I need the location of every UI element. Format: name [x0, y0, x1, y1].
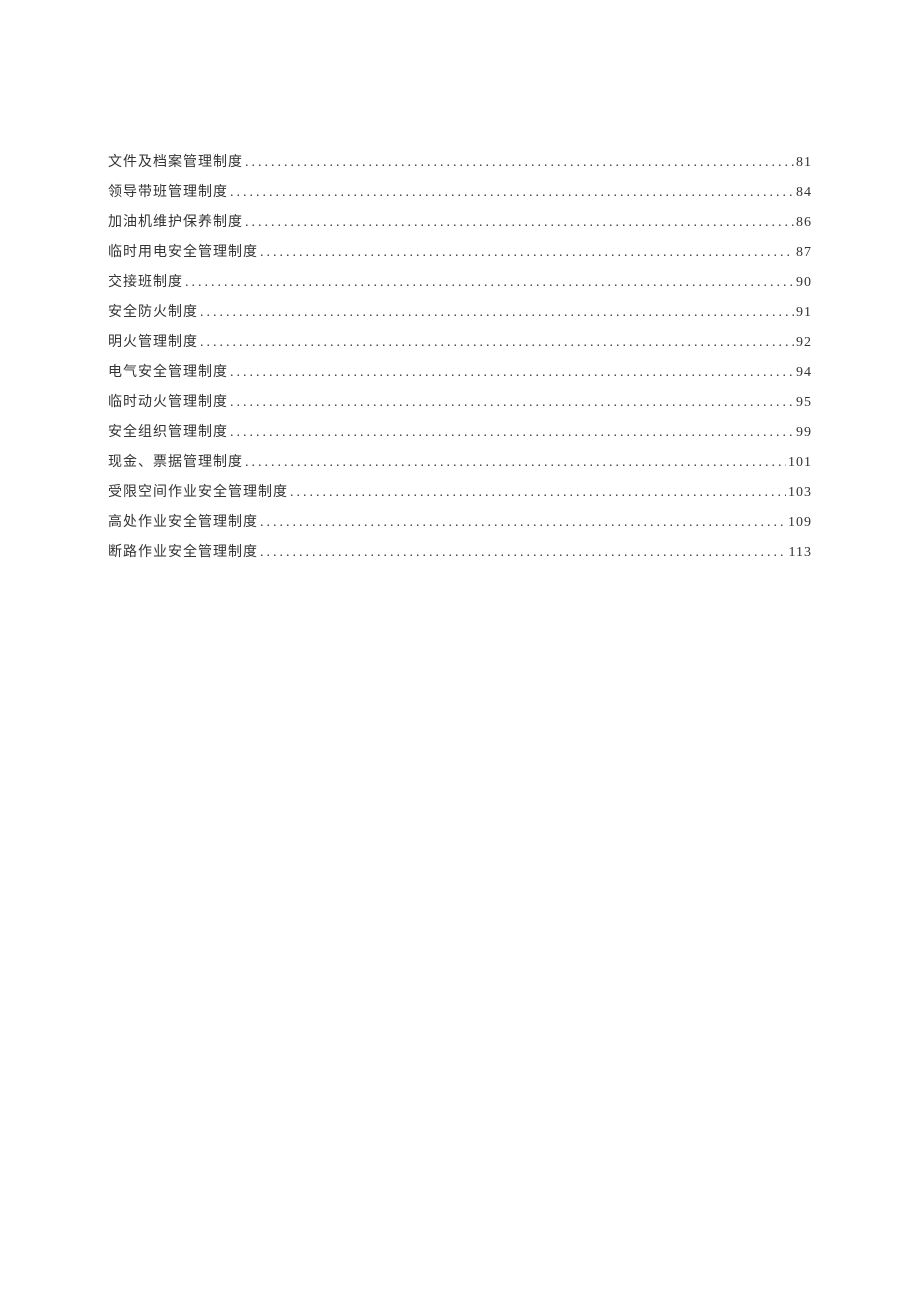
toc-leader-dots: [260, 508, 786, 538]
toc-title: 安全组织管理制度: [108, 418, 228, 448]
toc-entry: 安全组织管理制度 99: [108, 418, 812, 448]
toc-page-number: 101: [788, 448, 812, 478]
toc-leader-dots: [260, 238, 794, 268]
toc-leader-dots: [245, 448, 786, 478]
toc-title: 断路作业安全管理制度: [108, 538, 258, 568]
toc-page-number: 94: [796, 358, 812, 388]
toc-entry: 安全防火制度 91: [108, 298, 812, 328]
toc-page-number: 113: [789, 538, 812, 568]
toc-entry: 交接班制度 90: [108, 268, 812, 298]
toc-page-number: 87: [796, 238, 812, 268]
toc-title: 受限空间作业安全管理制度: [108, 478, 288, 508]
table-of-contents: 文件及档案管理制度 81 领导带班管理制度 84 加油机维护保养制度 86 临时…: [108, 148, 812, 568]
toc-leader-dots: [230, 418, 794, 448]
toc-entry: 高处作业安全管理制度 109: [108, 508, 812, 538]
toc-leader-dots: [245, 148, 794, 178]
toc-entry: 文件及档案管理制度 81: [108, 148, 812, 178]
toc-leader-dots: [245, 208, 794, 238]
toc-title: 电气安全管理制度: [108, 358, 228, 388]
toc-page-number: 84: [796, 178, 812, 208]
toc-leader-dots: [200, 328, 794, 358]
toc-leader-dots: [230, 388, 794, 418]
toc-page-number: 95: [796, 388, 812, 418]
toc-title: 领导带班管理制度: [108, 178, 228, 208]
toc-leader-dots: [230, 358, 794, 388]
toc-page-number: 99: [796, 418, 812, 448]
toc-page-number: 81: [796, 148, 812, 178]
toc-title: 现金、票据管理制度: [108, 448, 243, 478]
toc-page-number: 90: [796, 268, 812, 298]
toc-title: 明火管理制度: [108, 328, 198, 358]
toc-title: 加油机维护保养制度: [108, 208, 243, 238]
toc-leader-dots: [290, 478, 786, 508]
toc-page-number: 103: [788, 478, 812, 508]
toc-leader-dots: [230, 178, 794, 208]
toc-leader-dots: [200, 298, 794, 328]
toc-entry: 现金、票据管理制度 101: [108, 448, 812, 478]
toc-page-number: 91: [796, 298, 812, 328]
toc-entry: 受限空间作业安全管理制度 103: [108, 478, 812, 508]
toc-page-number: 86: [796, 208, 812, 238]
toc-page-number: 109: [788, 508, 812, 538]
toc-title: 安全防火制度: [108, 298, 198, 328]
toc-title: 高处作业安全管理制度: [108, 508, 258, 538]
toc-title: 临时用电安全管理制度: [108, 238, 258, 268]
toc-page-number: 92: [796, 328, 812, 358]
toc-title: 交接班制度: [108, 268, 183, 298]
toc-title: 临时动火管理制度: [108, 388, 228, 418]
toc-entry: 电气安全管理制度 94: [108, 358, 812, 388]
toc-entry: 临时用电安全管理制度 87: [108, 238, 812, 268]
toc-title: 文件及档案管理制度: [108, 148, 243, 178]
toc-entry: 明火管理制度 92: [108, 328, 812, 358]
toc-entry: 断路作业安全管理制度 113: [108, 538, 812, 568]
toc-leader-dots: [260, 538, 787, 568]
toc-leader-dots: [185, 268, 794, 298]
toc-entry: 领导带班管理制度 84: [108, 178, 812, 208]
toc-entry: 临时动火管理制度 95: [108, 388, 812, 418]
toc-entry: 加油机维护保养制度 86: [108, 208, 812, 238]
